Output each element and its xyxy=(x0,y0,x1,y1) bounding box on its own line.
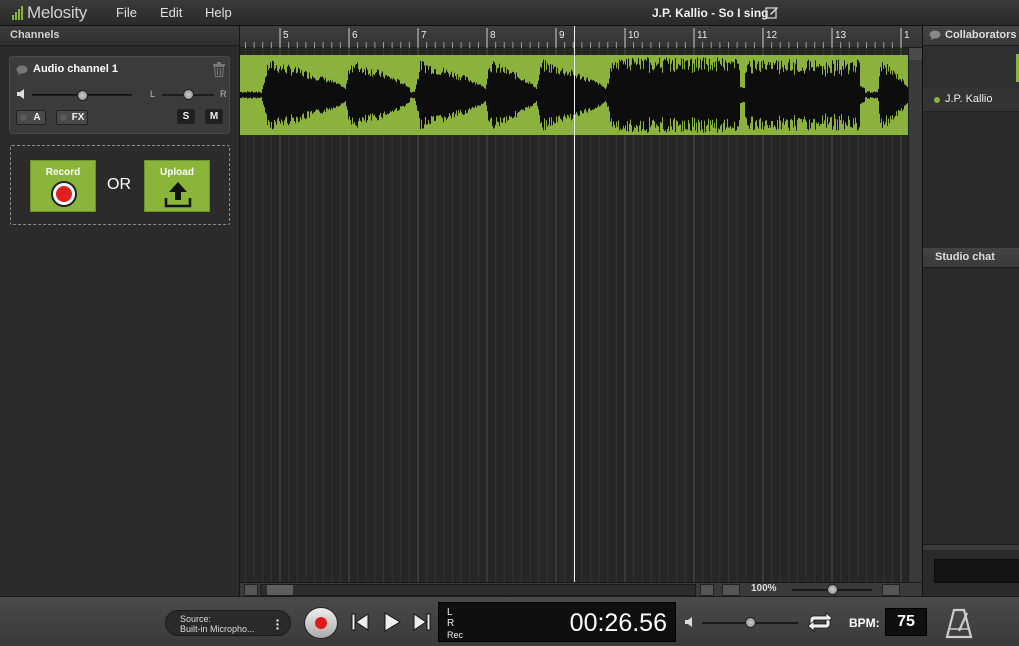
logo-bars-icon xyxy=(12,6,23,20)
collaborators-header: Collaborators xyxy=(923,26,1019,46)
skip-forward-icon[interactable] xyxy=(413,612,431,632)
level-right-label: R xyxy=(447,618,455,629)
channel-pan-knob[interactable] xyxy=(183,89,194,100)
horizontal-scrollbar[interactable] xyxy=(260,584,696,596)
bar-label: 9 xyxy=(559,30,565,41)
time-value: 00:26.56 xyxy=(569,609,667,637)
channels-header: Channels xyxy=(0,26,239,46)
add-channel-area: Record OR Upload xyxy=(10,145,230,225)
menu-dots-icon[interactable] xyxy=(276,619,279,630)
timeline[interactable]: 5 6 7 8 9 10 11 12 13 1 100% xyxy=(240,26,922,596)
a-led-icon xyxy=(20,114,27,121)
speaker-icon[interactable] xyxy=(16,88,28,100)
record-icon xyxy=(51,181,77,207)
bar-label: 10 xyxy=(628,30,640,41)
menubar: Melosity File Edit Help J.P. Kallio - So… xyxy=(0,0,1019,26)
zoom-knob[interactable] xyxy=(827,584,838,595)
edit-icon[interactable] xyxy=(765,5,779,19)
trash-icon[interactable] xyxy=(212,62,226,77)
upload-channel-label: Upload xyxy=(160,167,194,178)
channel-volume-knob[interactable] xyxy=(77,90,88,101)
pan-right-label: R xyxy=(220,89,227,99)
bar-label: 12 xyxy=(766,30,778,41)
mute-button[interactable]: M xyxy=(205,109,223,124)
metronome-icon[interactable] xyxy=(944,607,974,639)
zoom-slider[interactable] xyxy=(792,584,872,595)
bpm-label: BPM: xyxy=(849,616,880,630)
brand-name: Melosity xyxy=(27,3,87,22)
channel-strip[interactable]: Audio channel 1 L R A FX S M xyxy=(9,56,230,134)
project-title: J.P. Kallio - So I sing xyxy=(652,6,769,20)
level-left-label: L xyxy=(447,607,453,618)
time-display: L R Rec 00:26.56 xyxy=(438,602,676,642)
solo-button[interactable]: S xyxy=(177,109,195,124)
channel-pan-slider[interactable] xyxy=(162,89,214,100)
record-button[interactable] xyxy=(304,607,338,639)
collaborator-name: J.P. Kallio xyxy=(945,93,993,105)
melosity-app: Melosity File Edit Help J.P. Kallio - So… xyxy=(0,0,1019,646)
channels-panel: Channels Audio channel 1 L R A FX S M Re… xyxy=(0,26,240,596)
record-channel-label: Record xyxy=(45,167,81,178)
fx-led-icon xyxy=(60,114,67,121)
horizontal-scroll-thumb[interactable] xyxy=(267,585,293,595)
channel-name[interactable]: Audio channel 1 xyxy=(33,63,118,75)
play-icon[interactable] xyxy=(383,612,401,632)
chat-divider xyxy=(923,544,1019,550)
bpm-input[interactable]: 75 xyxy=(885,608,927,636)
upload-icon xyxy=(164,182,192,208)
record-channel-button[interactable]: Record xyxy=(30,160,96,212)
channel-a-button[interactable]: A xyxy=(16,110,46,125)
scroll-left-button[interactable] xyxy=(244,584,258,596)
master-volume-knob[interactable] xyxy=(745,617,756,628)
rec-label: Rec xyxy=(447,630,464,640)
timeline-ruler[interactable]: 5 6 7 8 9 10 11 12 13 1 xyxy=(240,26,922,48)
online-status-icon xyxy=(934,97,940,103)
speaker-icon[interactable] xyxy=(684,616,696,628)
vertical-scrollbar[interactable] xyxy=(908,48,922,582)
collaborators-title: Collaborators xyxy=(945,29,1017,41)
playhead[interactable] xyxy=(574,26,575,582)
studio-chat-header: Studio chat xyxy=(923,248,1019,268)
upload-channel-button[interactable]: Upload xyxy=(144,160,210,212)
speech-bubble-icon[interactable] xyxy=(16,65,28,75)
or-label: OR xyxy=(107,176,131,193)
zoom-out-button[interactable] xyxy=(722,584,740,596)
bar-label: 7 xyxy=(421,30,427,41)
menu-edit[interactable]: Edit xyxy=(160,5,182,20)
skip-back-icon[interactable] xyxy=(351,612,369,632)
right-panel: Collaborators J.P. Kallio Studio chat xyxy=(922,26,1019,596)
transport-bar: Source: Built-in Micropho... L R Rec 00:… xyxy=(0,596,1019,646)
speech-bubble-icon xyxy=(929,30,941,40)
bar-label: 1 xyxy=(904,30,910,41)
menu-help[interactable]: Help xyxy=(205,5,232,20)
loop-icon[interactable] xyxy=(806,611,834,633)
menu-file[interactable]: File xyxy=(116,5,137,20)
collaborator-item[interactable]: J.P. Kallio xyxy=(923,88,1019,112)
source-select[interactable]: Source: Built-in Micropho... xyxy=(165,610,291,636)
zoom-level: 100% xyxy=(751,583,777,594)
bar-label: 13 xyxy=(835,30,847,41)
channel-fx-button[interactable]: FX xyxy=(56,110,88,125)
bar-label: 5 xyxy=(283,30,289,41)
channel-volume-slider[interactable] xyxy=(32,90,132,101)
pan-left-label: L xyxy=(150,89,156,99)
timeline-bottom-bar: 100% xyxy=(240,582,922,596)
scroll-up-button[interactable] xyxy=(909,48,922,60)
bar-label: 6 xyxy=(352,30,358,41)
logo[interactable]: Melosity xyxy=(12,3,87,23)
ruler-ticks: 5 6 7 8 9 10 11 12 13 1 xyxy=(245,28,910,48)
master-volume-slider[interactable] xyxy=(702,617,798,628)
source-label: Source: xyxy=(180,614,212,624)
channel-fx-label: FX xyxy=(71,112,85,123)
scroll-right-button[interactable] xyxy=(700,584,714,596)
record-icon xyxy=(315,617,327,629)
chat-input[interactable] xyxy=(934,559,1019,583)
bar-label: 11 xyxy=(697,30,708,41)
channel-a-label: A xyxy=(33,112,41,123)
zoom-in-button[interactable] xyxy=(882,584,900,596)
bar-label: 8 xyxy=(490,30,496,41)
source-value: Built-in Micropho... xyxy=(180,624,255,634)
